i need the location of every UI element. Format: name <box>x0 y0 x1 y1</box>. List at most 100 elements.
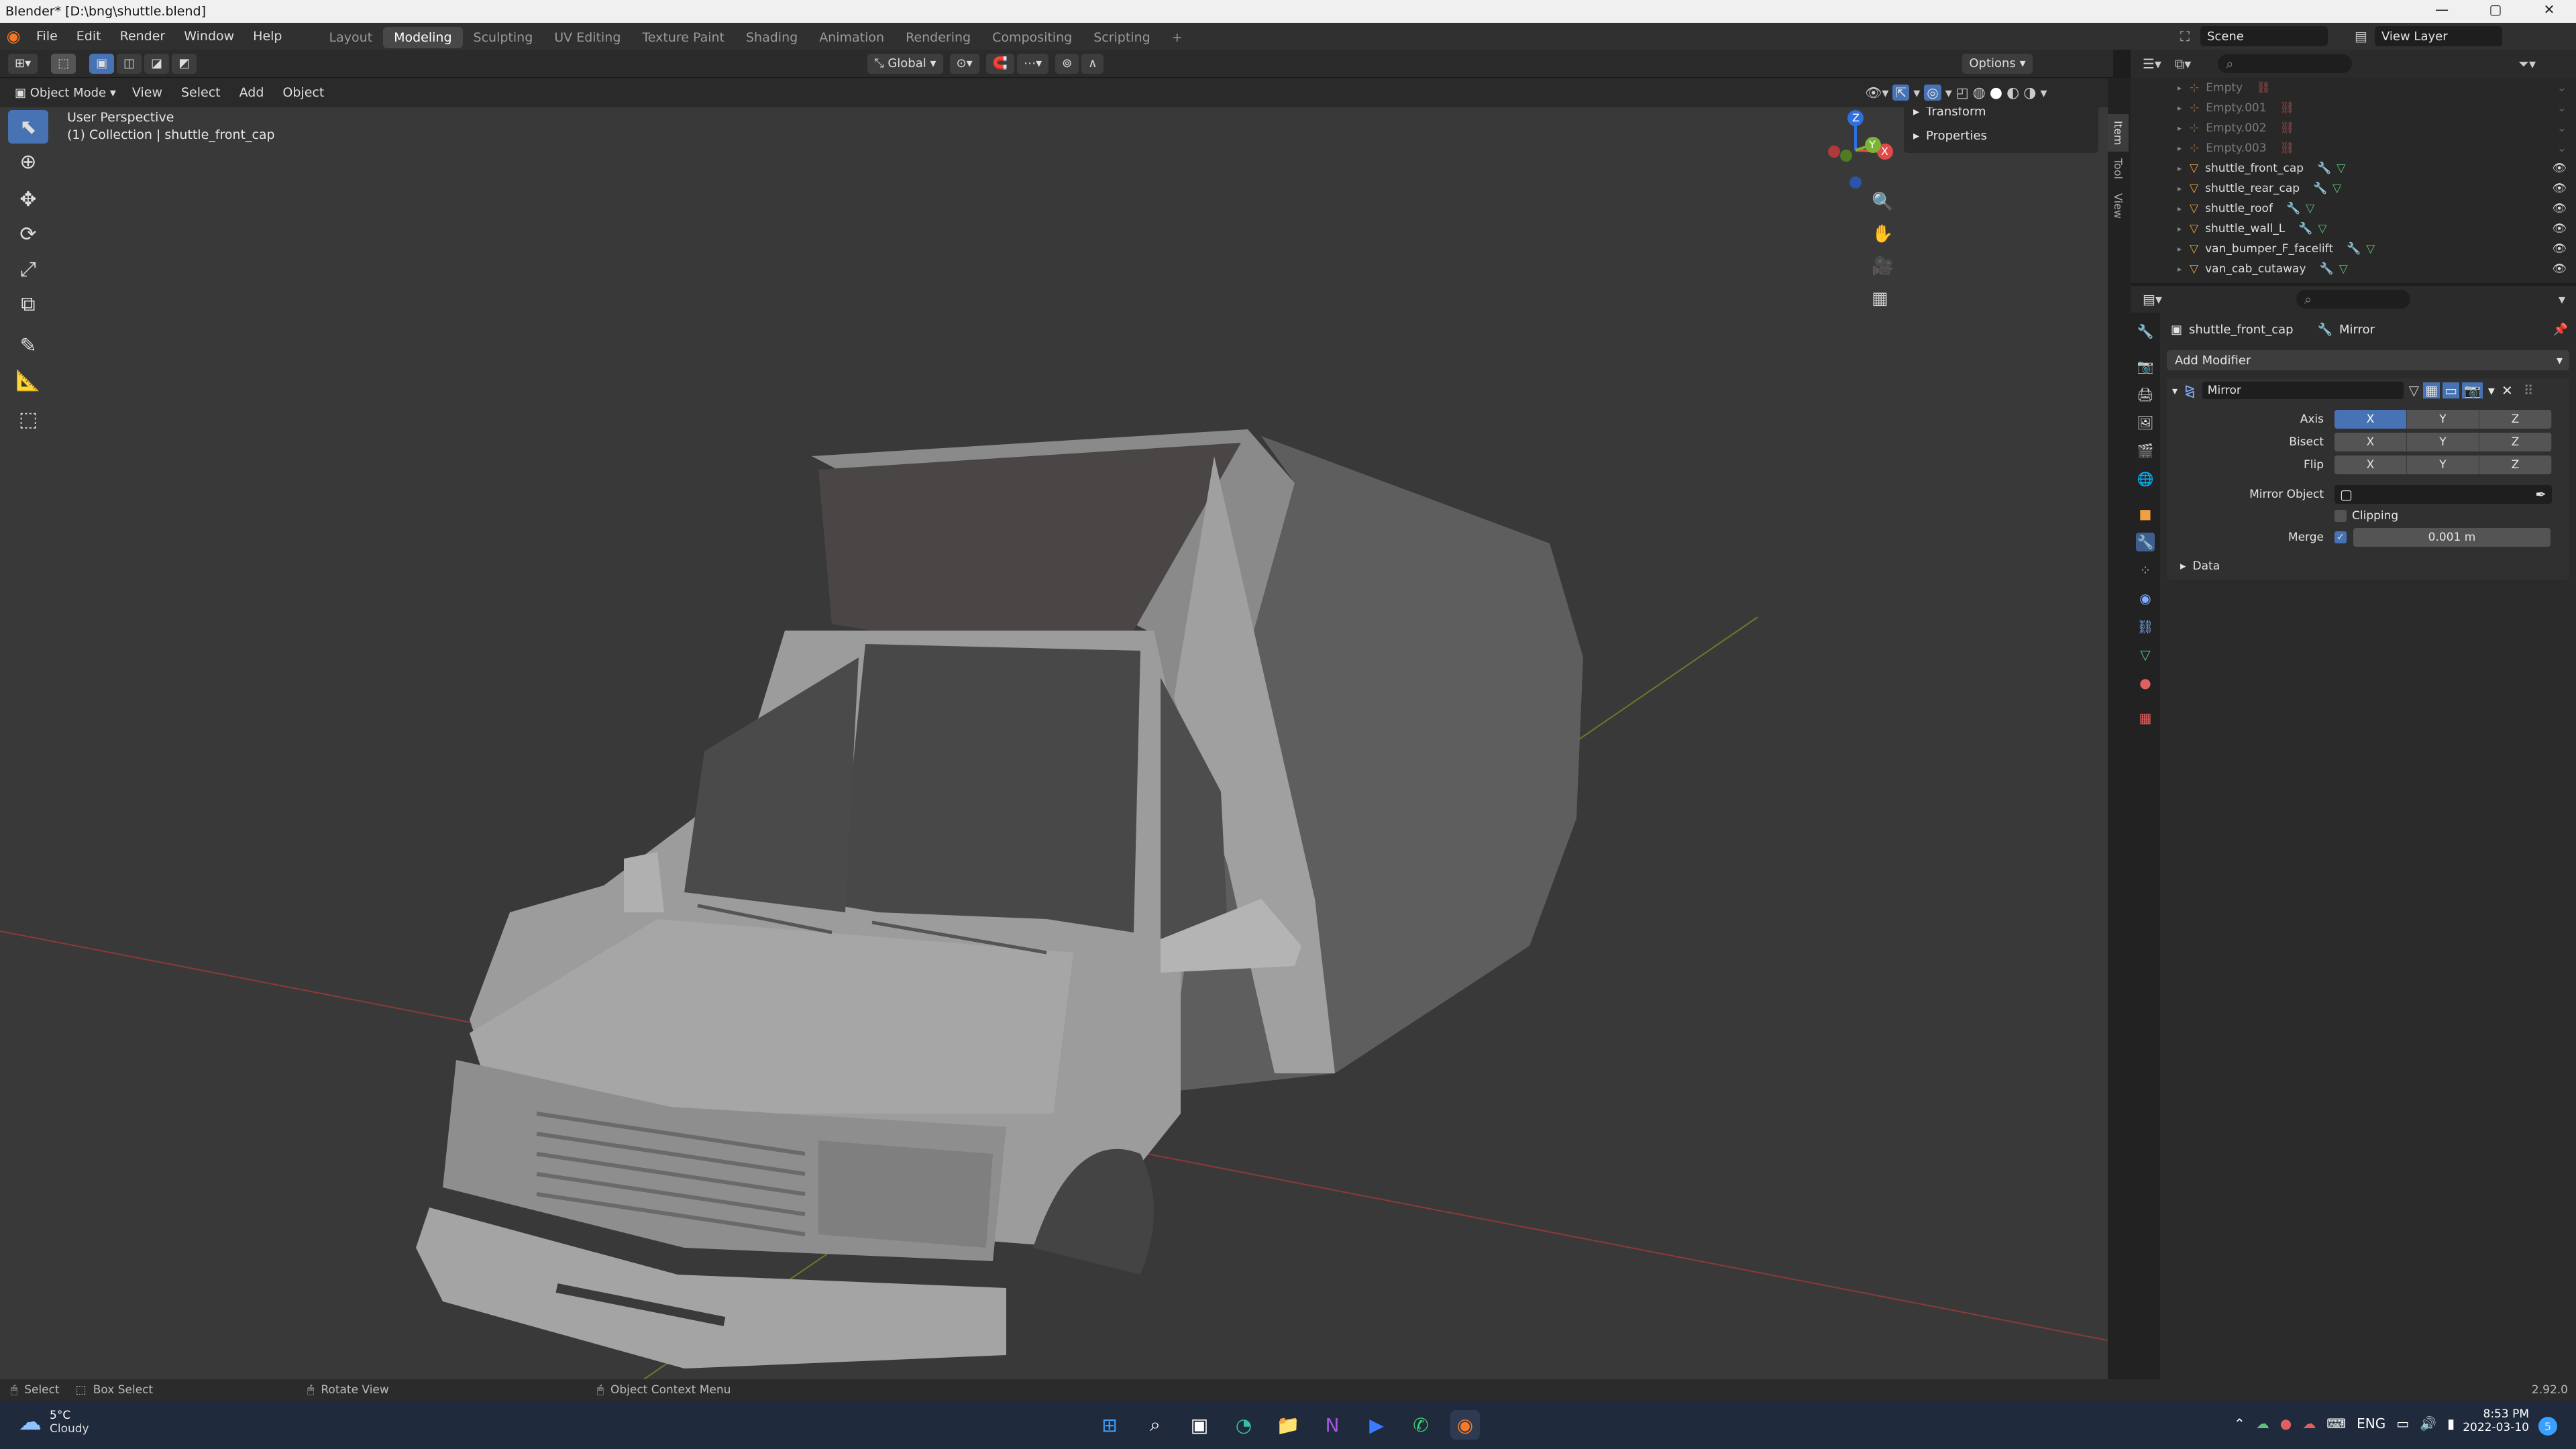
merge-distance-field[interactable]: 0.001 m <box>2353 528 2551 547</box>
visibility-icon[interactable]: 👁▾ <box>1865 85 1888 101</box>
start-menu-icon[interactable]: ⊞ <box>1095 1410 1124 1440</box>
close-button[interactable]: ✕ <box>2522 1 2576 21</box>
flip-z-toggle[interactable]: Z <box>2479 455 2552 474</box>
search-taskbar-icon[interactable]: ⌕ <box>1140 1410 1170 1440</box>
visibility-eye-icon[interactable]: ⌄ <box>2557 81 2567 95</box>
merge-checkbox[interactable]: ✓ <box>2334 531 2347 543</box>
transform-tool-icon[interactable]: ⧉ <box>8 287 48 321</box>
scene-selector[interactable]: Scene <box>2200 26 2328 46</box>
menu-render[interactable]: Render <box>111 23 175 50</box>
snap-icon[interactable]: 🧲 <box>985 53 1015 74</box>
tab-view[interactable]: View <box>2108 186 2129 225</box>
select-mode-extend-icon[interactable]: ◫ <box>117 53 142 74</box>
outliner-row[interactable]: ▸ ▽ van_cab_cutaway 🔧 ▽ 👁 <box>2131 259 2576 279</box>
outliner-row[interactable]: ▸ ⊹ Empty.001 ⛓ ⌄ <box>2131 98 2576 118</box>
tab-shading[interactable]: Shading <box>735 27 808 48</box>
material-tab-icon[interactable]: ● <box>2136 674 2155 692</box>
outliner-row[interactable]: ▸ ⊹ Empty ⛓ ⌄ <box>2131 78 2576 98</box>
edit-mode-icon[interactable]: ▽ <box>2409 382 2419 398</box>
axis-y-toggle[interactable]: Y <box>2407 410 2479 429</box>
move-tool-icon[interactable]: ✥ <box>8 182 48 216</box>
bisect-y-toggle[interactable]: Y <box>2407 433 2479 451</box>
clipping-checkbox[interactable] <box>2334 510 2347 522</box>
visibility-eye-icon[interactable]: 👁 <box>2552 262 2567 276</box>
menu-edit[interactable]: Edit <box>67 23 111 50</box>
world-tab-icon[interactable]: 🌐 <box>2136 470 2155 488</box>
object-tab-icon[interactable]: ■ <box>2136 504 2155 523</box>
flip-x-toggle[interactable]: X <box>2334 455 2407 474</box>
transform-panel[interactable]: ▸ Transform <box>1904 107 2098 123</box>
mirror-object-field[interactable]: ▢ ✒ <box>2334 485 2552 504</box>
shading-dropdown-icon[interactable]: ▾ <box>2040 85 2047 101</box>
visibility-eye-icon[interactable]: 👁 <box>2552 242 2567 256</box>
notification-icon[interactable]: 5 <box>2538 1417 2557 1436</box>
3d-viewport[interactable]: User Perspective (1) Collection | shuttl… <box>0 107 2108 1379</box>
gizmo-dropdown-icon[interactable]: ▾ <box>1913 85 1920 101</box>
axis-x-toggle[interactable]: X <box>2334 410 2407 429</box>
tray-app3-icon[interactable]: ☁ <box>2302 1415 2316 1432</box>
visibility-eye-icon[interactable]: 👁 <box>2552 182 2567 195</box>
outliner-row[interactable]: ▸ ⊹ Empty.003 ⛓ ⌄ <box>2131 138 2576 158</box>
tab-scripting[interactable]: Scripting <box>1083 27 1161 48</box>
expand-arrow-icon[interactable]: ▸ <box>2178 184 2182 193</box>
render-icon[interactable]: 📷 <box>2462 382 2483 398</box>
scale-tool-icon[interactable]: ⤢ <box>8 252 48 286</box>
menu-file[interactable]: File <box>27 23 67 50</box>
overlay-toggle-icon[interactable]: ◎ <box>1924 85 1941 101</box>
menu-add[interactable]: Add <box>230 79 274 106</box>
expand-arrow-icon[interactable]: ▸ <box>2178 224 2182 233</box>
collapse-arrow-icon[interactable]: ▾ <box>2172 384 2178 397</box>
view-layer-selector[interactable]: View Layer <box>2375 26 2502 46</box>
zoom-app-icon[interactable]: ▶ <box>1362 1410 1391 1440</box>
network-icon[interactable]: ▭ <box>2396 1415 2409 1432</box>
tab-uv-editing[interactable]: UV Editing <box>543 27 631 48</box>
add-cube-tool-icon[interactable]: ⬚ <box>8 402 48 436</box>
tab-tool[interactable]: Tool <box>2108 152 2129 186</box>
display-mode-icon[interactable]: ⧉▾ <box>2175 56 2191 72</box>
editor-type-icon[interactable]: ⊞▾ <box>8 53 38 74</box>
minimize-button[interactable]: — <box>2415 1 2469 21</box>
tool-tab-icon[interactable]: 🔧 <box>2136 322 2155 341</box>
ortho-grid-icon[interactable]: ▦ <box>1872 288 1888 309</box>
tab-animation[interactable]: Animation <box>808 27 895 48</box>
clock[interactable]: 8:53 PM 2022-03-10 <box>2449 1407 2529 1434</box>
maximize-button[interactable]: ▢ <box>2469 1 2522 21</box>
cage-icon[interactable]: ▦ <box>2423 382 2440 398</box>
measure-tool-icon[interactable]: 📐 <box>8 364 48 397</box>
outliner-editor-icon[interactable]: ☰▾ <box>2143 56 2161 72</box>
visibility-eye-icon[interactable]: ⌄ <box>2557 101 2567 115</box>
visibility-eye-icon[interactable]: ⌄ <box>2557 142 2567 155</box>
drag-handle-icon[interactable]: ⠿ <box>2524 382 2534 398</box>
tab-compositing[interactable]: Compositing <box>981 27 1083 48</box>
whatsapp-icon[interactable]: ✆ <box>1406 1410 1436 1440</box>
onenote-icon[interactable]: N <box>1318 1410 1347 1440</box>
expand-arrow-icon[interactable]: ▸ <box>2178 123 2182 133</box>
eyedropper-icon[interactable]: ✒ <box>2535 486 2546 502</box>
add-workspace-icon[interactable]: + <box>1161 27 1193 48</box>
menu-select[interactable]: Select <box>172 79 230 106</box>
object-mode-dropdown[interactable]: ▣ Object Mode ▾ <box>8 83 123 103</box>
options-dropdown[interactable]: Options ▾ <box>1962 53 2033 74</box>
outliner-row[interactable]: ▸ ▽ van_bumper_F_facelift 🔧 ▽ 👁 <box>2131 239 2576 259</box>
expand-arrow-icon[interactable]: ▸ <box>2178 103 2182 113</box>
tab-texture-paint[interactable]: Texture Paint <box>631 27 735 48</box>
outliner-search-input[interactable]: ⌕ <box>2218 54 2353 73</box>
outliner-row[interactable]: ▸ ⊹ Empty.002 ⛓ ⌄ <box>2131 118 2576 138</box>
falloff-icon[interactable]: ∧ <box>1081 53 1104 74</box>
pan-hand-icon[interactable]: ✋ <box>1872 224 1893 244</box>
filter-icon[interactable]: ⏷▾ <box>2518 56 2536 72</box>
axis-z-toggle[interactable]: Z <box>2479 410 2552 429</box>
edge-icon[interactable]: ◔ <box>1229 1410 1258 1440</box>
physics-tab-icon[interactable]: ◉ <box>2136 589 2155 608</box>
select-tool-icon[interactable]: ⬚ <box>51 53 76 74</box>
shading-material-icon[interactable]: ◐ <box>2006 85 2019 101</box>
tab-item[interactable]: Item <box>2108 114 2129 152</box>
properties-panel[interactable]: ▸ Properties <box>1904 123 2098 148</box>
shading-rendered-icon[interactable]: ◑ <box>2023 85 2036 101</box>
pin-icon[interactable]: 📌 <box>2553 323 2568 337</box>
outliner-row[interactable]: ▸ ▽ shuttle_roof 🔧 ▽ 👁 <box>2131 199 2576 219</box>
outliner-row[interactable]: ▸ ▽ shuttle_rear_cap 🔧 ▽ 👁 <box>2131 178 2576 199</box>
gizmo-toggle-icon[interactable]: ⇱ <box>1892 85 1910 101</box>
outliner-row[interactable]: ▸ ▽ shuttle_wall_L 🔧 ▽ 👁 <box>2131 219 2576 239</box>
menu-help[interactable]: Help <box>244 23 291 50</box>
